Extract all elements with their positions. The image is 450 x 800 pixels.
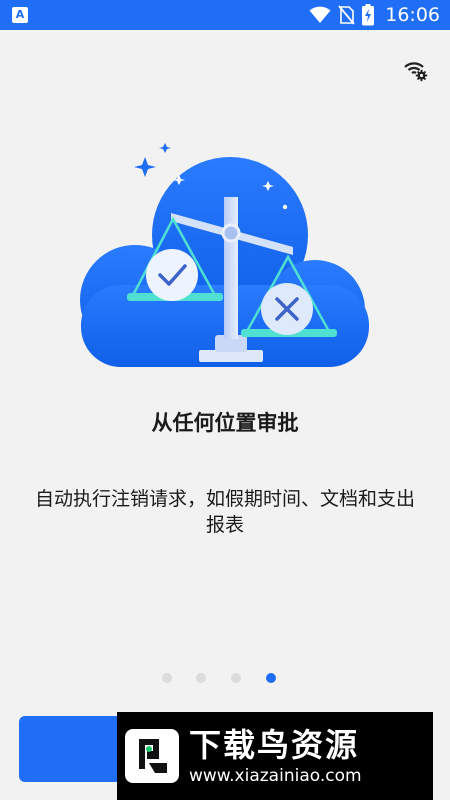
no-sim-icon [338, 5, 355, 25]
onboarding-description: 自动执行注销请求，如假期时间、文档和支出报表 [34, 488, 415, 536]
watermark-overlay: 下载鸟资源 www.xiazainiao.com [117, 712, 433, 800]
page-dot-1[interactable] [162, 673, 172, 683]
sparkle-icons [134, 143, 171, 177]
battery-charging-icon [362, 4, 375, 26]
onboarding-title: 从任何位置审批 [151, 411, 299, 435]
page-dot-3[interactable] [231, 673, 241, 683]
status-icons: 16:06 [309, 0, 440, 30]
network-settings-icon[interactable] [402, 56, 428, 82]
status-time: 16:06 [385, 4, 440, 26]
watermark-url: www.xiazainiao.com [189, 766, 362, 786]
approval-scale-illustration [80, 143, 369, 367]
page-dot-4-active[interactable] [266, 673, 276, 683]
status-bar: A 16:06 [0, 0, 450, 30]
wifi-icon [309, 6, 331, 23]
page-dot-2[interactable] [196, 673, 206, 683]
bird-logo-icon [125, 729, 179, 783]
page-indicator [160, 673, 280, 683]
app-notification-icon: A [12, 7, 28, 23]
watermark-title: 下载鸟资源 [189, 726, 360, 764]
